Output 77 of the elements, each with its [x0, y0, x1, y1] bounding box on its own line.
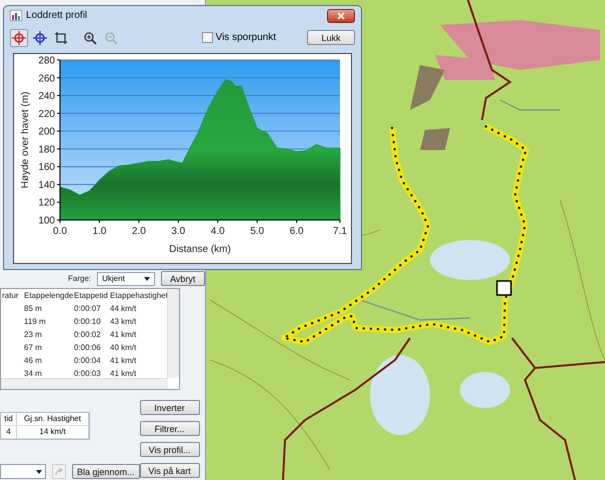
close-button[interactable]: [327, 8, 355, 23]
table-cell-text: 85 m: [23, 303, 42, 315]
dropdown-arrow-icon: [144, 276, 150, 280]
y-tick-label: 180: [38, 144, 55, 156]
x-axis-title: Distanse (km): [169, 244, 231, 255]
column-header: tid: [1, 413, 17, 426]
table-cell-text: 34 m: [23, 368, 42, 380]
table-cell-text: 0:00:07: [73, 303, 101, 315]
horizontal-scrollbar[interactable]: [1, 378, 168, 389]
y-tick-label: 160: [38, 162, 55, 174]
x-tick-label: 1.0: [92, 226, 106, 237]
bare-ground-area: [410, 65, 445, 110]
y-tick-label: 200: [38, 126, 55, 138]
y-tick-label: 120: [38, 198, 55, 209]
table-cell: 14 km/t: [17, 426, 89, 439]
action-button[interactable]: Filtrer...: [140, 421, 200, 436]
table-cell-text: 0:00:04: [73, 355, 101, 367]
column-header[interactable]: Etappetid: [73, 289, 108, 302]
chart-icon: [10, 10, 22, 22]
cancel-button[interactable]: Avbryt: [160, 271, 205, 286]
x-tick-label: 2.0: [132, 226, 146, 237]
y-tick-label: 280: [38, 56, 55, 66]
table-cell-text: 40 km/t: [109, 342, 136, 354]
tool-button[interactable]: [31, 28, 49, 47]
bare-ground-area: [420, 128, 450, 150]
x-tick-label: 0.0: [53, 226, 67, 237]
zoom-in-icon: [83, 30, 97, 45]
column-header[interactable]: ratur: [1, 289, 18, 302]
crosshair-icon: [33, 30, 47, 45]
y-tick-label: 140: [38, 180, 55, 191]
table-cell-text: 44 km/t: [109, 303, 136, 315]
y-tick-label: 220: [38, 108, 55, 120]
marsh-area: [460, 372, 510, 408]
window-title: Loddrett profil: [26, 10, 88, 22]
x-tick-label: 4.0: [210, 226, 225, 237]
action-button[interactable]: Vis profil...: [140, 442, 200, 457]
show-trackpoints-checkbox[interactable]: Vis sporpunkt: [202, 32, 276, 44]
table-cell-text: 23 m: [23, 329, 42, 341]
close-dialog-button[interactable]: Lukk: [307, 30, 355, 46]
table-cell-text: 0:00:03: [73, 368, 101, 380]
y-tick-label: 260: [38, 73, 55, 84]
color-label: Farge:: [68, 274, 92, 283]
column-header[interactable]: Etappehastighet: [109, 289, 168, 302]
table-cell-text: 43 km/t: [109, 316, 136, 328]
action-button[interactable]: Vis på kart: [140, 463, 200, 478]
y-tick-label: 240: [38, 91, 55, 102]
action-button[interactable]: Inverter: [140, 400, 200, 415]
browse-button[interactable]: Bla gjennom...: [72, 464, 140, 479]
x-tick-label: 3.0: [171, 226, 186, 237]
x-tick-label: 7.1: [333, 226, 347, 237]
tool-button[interactable]: [10, 28, 28, 47]
y-tick-label: 100: [38, 216, 55, 226]
vertical-scrollbar[interactable]: [167, 289, 179, 378]
table-cell: 4: [1, 426, 17, 439]
table-cell-text: 46 m: [23, 355, 42, 367]
dropdown-arrow-icon: [36, 470, 42, 474]
crop-icon: [54, 30, 68, 45]
table-cell-text: 0:00:06: [73, 342, 101, 354]
table-cell-text: 67 m: [23, 342, 42, 354]
x-tick-label: 5.0: [250, 226, 264, 237]
zoom-out-icon: [104, 30, 118, 45]
column-header: Gj.sn. Hastighet: [17, 413, 89, 426]
table-cell-text: 0:00:02: [73, 329, 101, 341]
column-header[interactable]: Etappelengde: [23, 289, 74, 302]
table-cell-text: 41 km/t: [109, 368, 136, 380]
color-select[interactable]: Ukjent: [97, 272, 155, 286]
y-axis-title: Høyde over havet (m): [20, 92, 31, 188]
table-cell-text: 119 m: [23, 316, 46, 328]
map-marker-icon: [496, 280, 512, 296]
close-icon: [337, 12, 345, 20]
table-cell-text: 41 km/t: [109, 329, 136, 341]
path-combo-box[interactable]: [0, 464, 46, 479]
arrow-icon: [55, 468, 63, 476]
crosshair-icon: [12, 30, 26, 45]
table-cell-text: 0:00:10: [73, 316, 101, 328]
x-tick-label: 6.0: [290, 226, 304, 237]
table-cell-text: 41 km/t: [109, 355, 136, 367]
